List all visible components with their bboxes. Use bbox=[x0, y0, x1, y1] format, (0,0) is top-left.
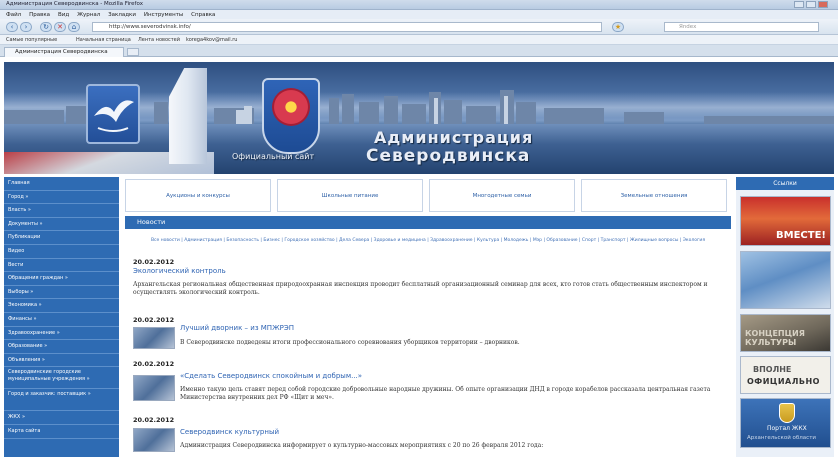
sidebar-item-municipal-institutions[interactable]: Северодвинские городские муниципальные у… bbox=[4, 367, 119, 390]
article-text: Архангельская региональная общественная … bbox=[133, 281, 708, 296]
seagull-logo-icon bbox=[86, 84, 140, 144]
bookmark-star-icon[interactable]: ★ bbox=[612, 22, 624, 32]
window-title: Администрация Северодвинска - Mozilla Fi… bbox=[6, 1, 143, 7]
banner-photo[interactable] bbox=[740, 251, 831, 309]
menu-history[interactable]: Журнал bbox=[77, 12, 100, 18]
sidebar-item-documents[interactable]: Документы » bbox=[4, 218, 119, 232]
seagull-icon bbox=[94, 100, 134, 132]
city-monument bbox=[169, 68, 207, 164]
bookmark-item[interactable]: Лента новостей bbox=[138, 37, 180, 43]
banner-together[interactable]: ВМЕСТЕ! bbox=[740, 196, 831, 246]
stop-icon[interactable]: ✕ bbox=[54, 22, 66, 32]
sidebar-item-publications[interactable]: Публикации bbox=[4, 231, 119, 245]
article-text: Именно такую цель ставят перед собой гор… bbox=[180, 386, 711, 401]
bookmark-item[interactable]: korega4kov@mail.ru bbox=[186, 37, 237, 43]
banner-housing-portal[interactable]: Портал ЖКХ Архангельской области bbox=[740, 398, 831, 448]
menu-bookmarks[interactable]: Закладки bbox=[108, 12, 136, 18]
news-categories[interactable]: Все новости | Администрация | Безопаснос… bbox=[133, 238, 723, 244]
banner-title-line2: Северодвинска bbox=[366, 146, 531, 166]
menu-file[interactable]: Файл bbox=[6, 12, 21, 18]
sidebar-item-economy[interactable]: Экономика » bbox=[4, 299, 119, 313]
menu-help[interactable]: Справка bbox=[191, 12, 215, 18]
menu-tools[interactable]: Инструменты bbox=[144, 12, 183, 18]
forward-icon[interactable]: › bbox=[20, 22, 32, 32]
banner-culture-concept[interactable]: КОНЦЕПЦИЯ КУЛЬТУРЫ bbox=[740, 314, 831, 352]
bookmarks-bar: Самые популярные Начальная страница Лент… bbox=[0, 35, 838, 45]
article-title[interactable]: Экологический контроль bbox=[133, 267, 226, 275]
reload-icon[interactable]: ↻ bbox=[40, 22, 52, 32]
banner-officially-line1: ВПОЛНЕ bbox=[753, 365, 792, 374]
article-date: 20.02.2012 bbox=[133, 360, 175, 368]
sidebar-item-healthcare[interactable]: Здравоохранение » bbox=[4, 327, 119, 341]
bookmark-item[interactable]: Самые популярные bbox=[6, 37, 57, 43]
search-input[interactable]: Яndex bbox=[664, 22, 819, 32]
article-date: 20.02.2012 bbox=[133, 258, 175, 266]
banner-subtitle: Официальный сайт bbox=[232, 152, 315, 161]
sidebar-item-procurement[interactable]: Город и заказчик: поставщик » bbox=[4, 389, 119, 412]
close-icon[interactable] bbox=[818, 1, 828, 8]
window-titlebar: Администрация Северодвинска - Mozilla Fi… bbox=[0, 0, 838, 10]
housing-portal-region: Архангельской области bbox=[747, 435, 816, 441]
banner-title-line1: Администрация bbox=[374, 128, 534, 147]
left-sidebar: Главная Город » Власть » Документы » Пуб… bbox=[4, 177, 119, 457]
maximize-icon[interactable] bbox=[806, 1, 816, 8]
article-title[interactable]: Лучший дворник – из МПЖРЭП bbox=[180, 324, 294, 332]
navigation-toolbar: ‹ › ↻ ✕ ⌂ http://www.severodvinsk.info/ … bbox=[0, 19, 838, 35]
banner-officially-line2: ОФИЦИАЛЬНО bbox=[747, 377, 820, 386]
address-bar[interactable]: http://www.severodvinsk.info/ bbox=[92, 22, 602, 32]
sidebar-item-city[interactable]: Город » bbox=[4, 191, 119, 205]
article-thumbnail[interactable] bbox=[133, 327, 175, 349]
sidebar-item-authority[interactable]: Власть » bbox=[4, 204, 119, 218]
sidebar-item-housing[interactable]: ЖКХ » bbox=[4, 411, 119, 425]
menu-view[interactable]: Вид bbox=[58, 12, 69, 18]
sidebar-item-video[interactable]: Видео bbox=[4, 245, 119, 259]
home-icon[interactable]: ⌂ bbox=[68, 22, 80, 32]
link-school-meals[interactable]: Школьные питание bbox=[277, 179, 423, 212]
sidebar-item-appeals[interactable]: Обращения граждан » bbox=[4, 272, 119, 286]
sidebar-item-announcements[interactable]: Объявления » bbox=[4, 354, 119, 368]
article-title[interactable]: «Сделать Северодвинск спокойным и добрым… bbox=[180, 372, 362, 380]
sidebar-item-news[interactable]: Вести bbox=[4, 259, 119, 273]
region-coat-of-arms-icon bbox=[779, 403, 795, 423]
article-date: 20.02.2012 bbox=[133, 416, 175, 424]
minimize-icon[interactable] bbox=[794, 1, 804, 8]
article-text: В Северодвинске подведены итоги професси… bbox=[180, 339, 520, 346]
sidebar-item-sitemap[interactable]: Карта сайта bbox=[4, 425, 119, 439]
back-icon[interactable]: ‹ bbox=[6, 22, 18, 32]
menu-bar: Файл Правка Вид Журнал Закладки Инструме… bbox=[0, 10, 838, 19]
rose-emblem-icon bbox=[272, 88, 310, 126]
links-header: Ссылки bbox=[736, 177, 834, 190]
article-thumbnail[interactable] bbox=[133, 428, 175, 452]
housing-portal-title: Портал ЖКХ bbox=[767, 425, 807, 432]
sidebar-item-education[interactable]: Образование » bbox=[4, 340, 119, 354]
sidebar-item-finance[interactable]: Финансы » bbox=[4, 313, 119, 327]
article-date: 20.02.2012 bbox=[133, 316, 175, 324]
new-tab-button[interactable] bbox=[127, 48, 139, 56]
quick-links: Аукционы и конкурсы Школьные питание Мно… bbox=[125, 179, 731, 212]
article-title[interactable]: Северодвинск культурный bbox=[180, 428, 279, 436]
banner-together-text: ВМЕСТЕ! bbox=[776, 230, 826, 241]
menu-edit[interactable]: Правка bbox=[29, 12, 50, 18]
banner-officially[interactable]: ВПОЛНЕ ОФИЦИАЛЬНО bbox=[740, 356, 831, 394]
browser-tab[interactable]: Администрация Северодвинска bbox=[4, 47, 124, 57]
link-land-relations[interactable]: Земельные отношения bbox=[581, 179, 727, 212]
link-auctions[interactable]: Аукционы и конкурсы bbox=[125, 179, 271, 212]
link-large-families[interactable]: Многодетные семьи bbox=[429, 179, 575, 212]
sidebar-item-elections[interactable]: Выборы » bbox=[4, 286, 119, 300]
tab-strip: Администрация Северодвинска bbox=[0, 45, 838, 57]
news-section-header: Новости bbox=[125, 216, 731, 229]
banner-culture-text: КОНЦЕПЦИЯ КУЛЬТУРЫ bbox=[745, 329, 805, 347]
article-thumbnail[interactable] bbox=[133, 375, 175, 401]
bookmark-item[interactable]: Начальная страница bbox=[76, 37, 131, 43]
site-banner: Администрация Северодвинска Официальный … bbox=[4, 62, 834, 174]
sidebar-item-home[interactable]: Главная bbox=[4, 177, 119, 191]
article-text: Администрация Северодвинска информирует … bbox=[180, 442, 544, 449]
